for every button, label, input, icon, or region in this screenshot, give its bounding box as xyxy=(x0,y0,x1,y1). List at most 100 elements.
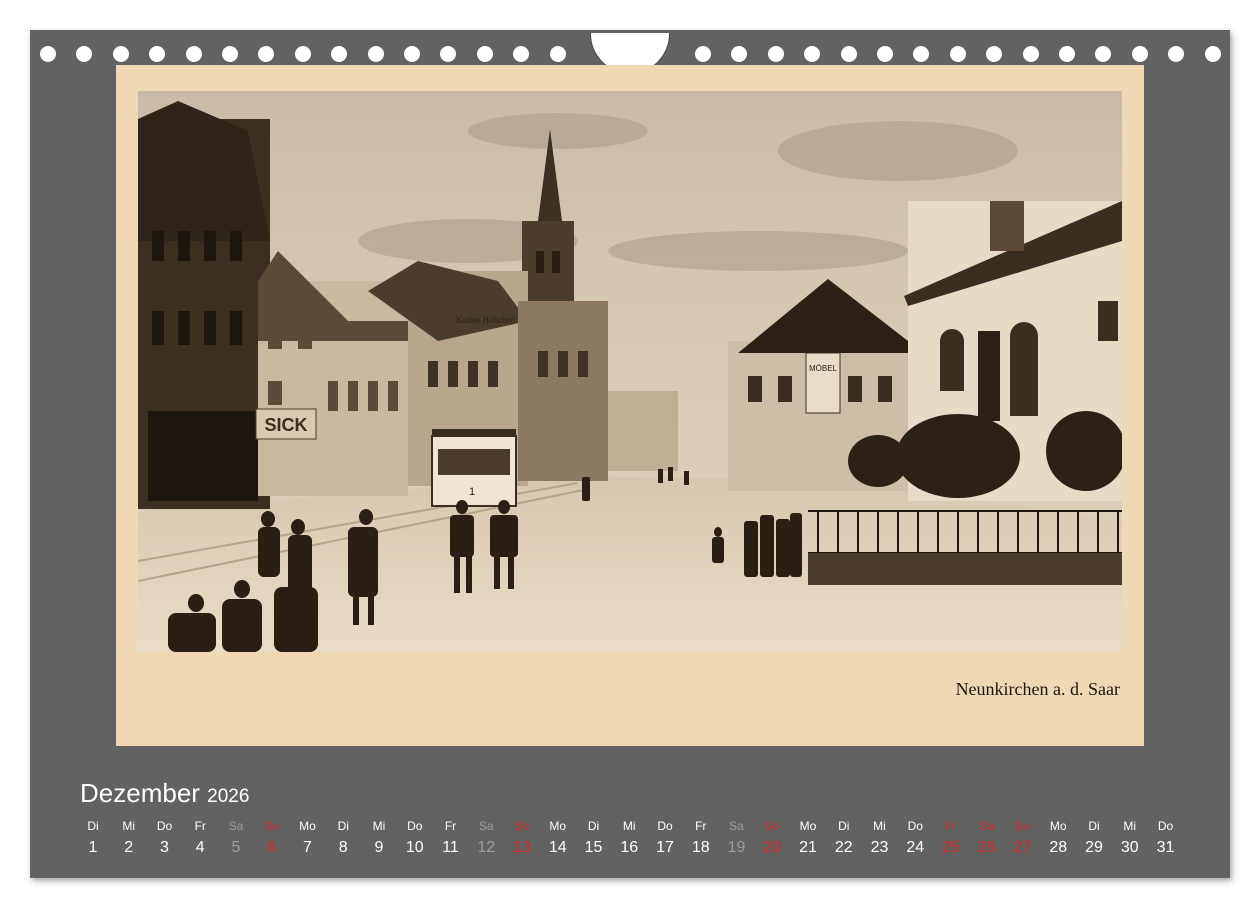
day-number: 1 xyxy=(88,839,98,856)
day-cell: Mi 23 xyxy=(862,818,898,857)
weekday-label: Di xyxy=(587,819,600,833)
binding-hole xyxy=(1131,46,1148,62)
day-cell: Do 24 xyxy=(897,818,933,857)
photo-mount: SICK Kaffee Höhchen 1 MÖBEL Neunkirchen … xyxy=(116,65,1144,746)
day-cell: Mo 21 xyxy=(790,818,826,857)
month-heading: Dezember 2026 xyxy=(80,778,249,809)
day-cell: Di 29 xyxy=(1076,818,1112,857)
weekday-label: Di xyxy=(1088,819,1100,833)
day-number: 26 xyxy=(977,839,996,856)
day-number: 25 xyxy=(942,839,960,856)
day-cell: Fr 25 xyxy=(933,818,969,857)
day-cell: Fr 4 xyxy=(182,818,218,857)
weekday-label: So xyxy=(1015,819,1030,833)
binding-hole xyxy=(1095,46,1112,62)
weekday-label: Mo xyxy=(549,819,567,833)
day-cell: Mi 9 xyxy=(361,818,397,857)
historic-street-photo: SICK Kaffee Höhchen 1 MÖBEL xyxy=(138,91,1122,652)
binding-hole xyxy=(1204,46,1221,62)
day-cell: Do 10 xyxy=(397,818,433,857)
binding-hole xyxy=(877,46,893,62)
binding-hole xyxy=(112,46,129,62)
month-year: 2026 xyxy=(207,786,250,807)
day-number: 12 xyxy=(477,839,496,856)
day-number: 9 xyxy=(374,839,384,856)
weekday-label: Sa xyxy=(729,819,744,833)
binding-hole xyxy=(840,46,857,62)
binding-hole xyxy=(331,46,348,62)
binding-hole xyxy=(404,46,420,62)
weekday-label: Mi xyxy=(873,819,886,833)
day-cell: Di 8 xyxy=(325,818,361,857)
day-cell: So 27 xyxy=(1005,818,1041,857)
day-number: 29 xyxy=(1085,839,1103,856)
day-number: 28 xyxy=(1049,839,1068,856)
weekday-label: Do xyxy=(156,819,173,833)
day-cell: Mi 30 xyxy=(1112,818,1148,857)
day-number: 27 xyxy=(1013,839,1032,856)
weekday-label: So xyxy=(764,819,780,833)
weekday-label: Mo xyxy=(1049,819,1067,833)
binding-hole xyxy=(222,46,238,62)
weekday-label: Fr xyxy=(444,819,457,833)
binding-hole xyxy=(185,46,202,62)
day-number: 23 xyxy=(870,839,889,856)
binding-hole xyxy=(1168,46,1185,62)
day-cell: So 6 xyxy=(254,818,290,857)
photo-caption: Neunkirchen a. d. Saar xyxy=(955,679,1120,699)
day-number: 21 xyxy=(799,839,817,856)
day-number: 22 xyxy=(834,839,853,856)
day-number: 3 xyxy=(160,839,169,856)
day-number: 7 xyxy=(303,839,312,856)
tram: 1 xyxy=(431,429,517,507)
day-cell: Mi 2 xyxy=(111,818,147,857)
weekday-label: Sa xyxy=(228,819,244,833)
binding-hole xyxy=(476,46,493,62)
day-number: 6 xyxy=(267,839,277,856)
day-cell: So 13 xyxy=(504,818,540,857)
binding-hole xyxy=(76,46,93,62)
binding-hole xyxy=(1022,46,1039,62)
weekday-label: So xyxy=(514,819,530,833)
binding-hole xyxy=(294,46,311,62)
day-number: 11 xyxy=(442,839,459,856)
weekday-label: Mo xyxy=(799,819,817,833)
sick-sign: SICK xyxy=(264,415,307,435)
wall-calendar-page: SICK Kaffee Höhchen 1 MÖBEL Neunkirchen … xyxy=(30,30,1230,878)
day-cell: Mo 7 xyxy=(290,818,326,857)
weekday-label: Di xyxy=(87,819,99,833)
day-number: 4 xyxy=(195,839,205,856)
day-strip: Di 1 Mi 2 Do 3 Fr 4 Sa 5 So 6 Mo 7 Di 8 Mi 9 Do 10 Fr 11 Sa 12 S… xyxy=(30,818,1230,868)
day-cell: Do 31 xyxy=(1148,818,1184,857)
day-number: 24 xyxy=(906,839,925,856)
day-cell: Sa 19 xyxy=(719,818,755,857)
weekday-label: So xyxy=(264,819,280,833)
binding-hole xyxy=(549,46,566,62)
binding-hole xyxy=(913,46,930,62)
weekday-label: Do xyxy=(657,819,673,833)
weekday-label: Do xyxy=(907,819,923,833)
day-cell: Fr 18 xyxy=(683,818,719,857)
park-wall xyxy=(808,553,1122,585)
day-cell: Di 15 xyxy=(576,818,612,857)
day-cell: Sa 5 xyxy=(218,818,254,857)
day-number: 8 xyxy=(338,839,348,856)
day-cell: Di 1 xyxy=(75,818,111,857)
weekday-label: Di xyxy=(337,819,349,833)
binding-hole xyxy=(149,46,166,62)
day-number: 31 xyxy=(1156,839,1175,856)
day-cell: Mo 28 xyxy=(1040,818,1076,857)
binding-hole xyxy=(767,46,784,62)
weekday-label: Mo xyxy=(299,819,316,833)
day-cell: Mo 14 xyxy=(540,818,576,857)
binding-hole xyxy=(40,46,56,62)
day-number: 2 xyxy=(124,839,134,856)
binding-hole xyxy=(440,46,457,62)
day-number: 19 xyxy=(727,839,746,856)
binding-hole xyxy=(1059,46,1075,62)
weekday-label: Mi xyxy=(1123,819,1137,833)
day-cell: Di 22 xyxy=(826,818,862,857)
binding-hole xyxy=(513,46,530,62)
moebel-sign: MÖBEL xyxy=(809,364,838,373)
day-number: 16 xyxy=(620,839,639,856)
